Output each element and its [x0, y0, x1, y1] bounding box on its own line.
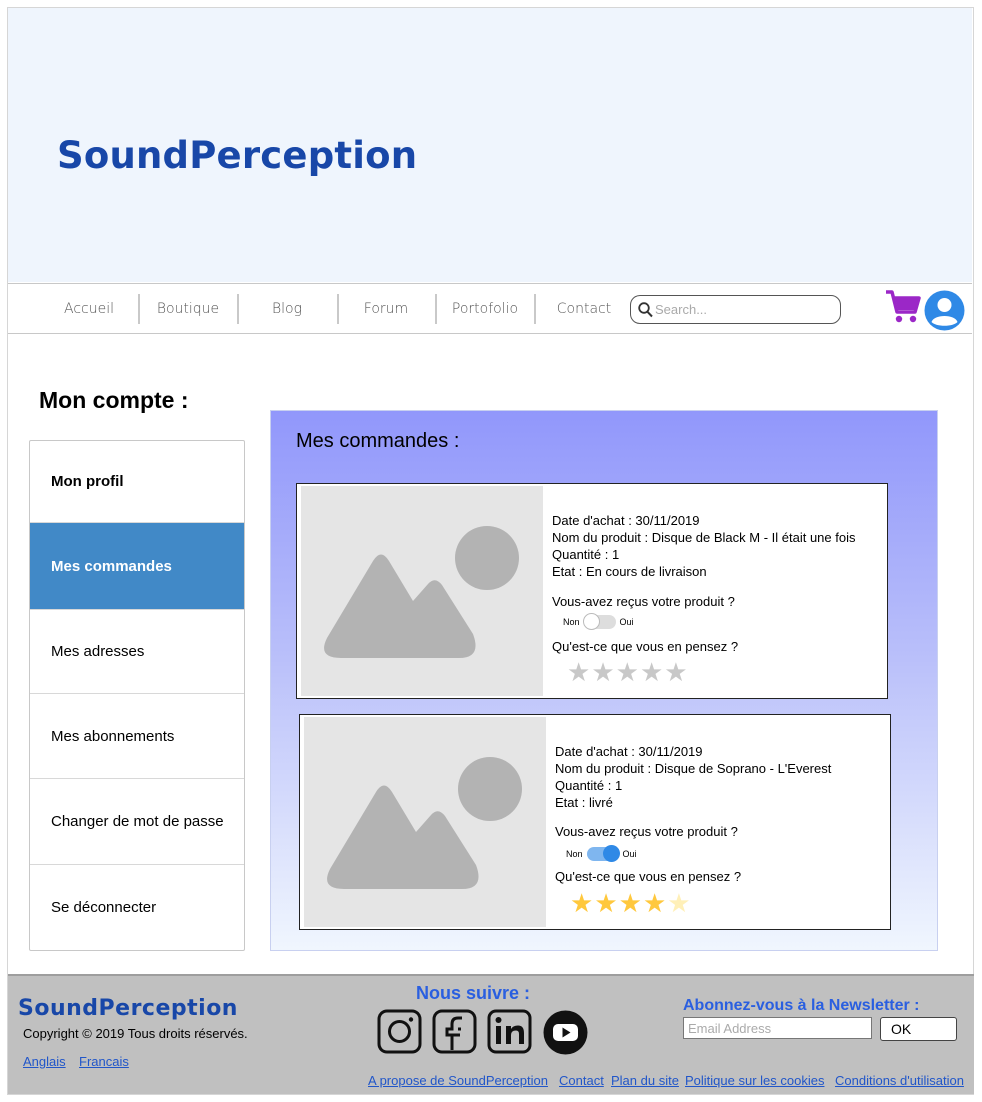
star-icon[interactable]: ★ [616, 659, 639, 685]
orders-title: Mes commandes : [296, 430, 460, 452]
footer-link-cookies[interactable]: Politique sur les cookies [685, 1073, 824, 1088]
received-question: Vous-avez reçus votre produit ? [555, 824, 738, 839]
newsletter-email-input[interactable] [683, 1017, 872, 1039]
order-card: Date d'achat : 30/11/2019 Nom du produit… [299, 714, 891, 930]
star-icon[interactable]: ★ [640, 659, 663, 685]
toggle-knob [602, 845, 620, 862]
search-input[interactable] [655, 299, 835, 320]
toggle-switch[interactable] [586, 845, 620, 862]
nav-separator [534, 294, 536, 324]
youtube-icon[interactable] [543, 1010, 588, 1055]
star-icon[interactable]: ★ [591, 659, 614, 685]
nav-item-forum[interactable]: Forum [345, 294, 427, 324]
site-logo[interactable]: SoundPerception [57, 134, 417, 177]
account-title: Mon compte : [39, 387, 189, 413]
nav-separator [138, 294, 140, 324]
nav-item-contact[interactable]: Contact [543, 294, 625, 324]
footer-link-contact[interactable]: Contact [559, 1073, 604, 1088]
nav-separator [435, 294, 437, 324]
menu-item-mes-abonnements[interactable]: Mes abonnements [30, 694, 244, 779]
product-image-placeholder [304, 717, 546, 927]
nav-item-accueil[interactable]: Accueil [48, 294, 130, 324]
menu-item-mes-adresses[interactable]: Mes adresses [30, 610, 244, 694]
order-details: Date d'achat : 30/11/2019 Nom du produit… [552, 512, 855, 580]
star-icon[interactable]: ★ [664, 659, 687, 685]
order-state: Etat : livré [555, 795, 613, 810]
follow-title: Nous suivre : [416, 983, 531, 1003]
account-menu: Mon profil Mes commandes Mes adresses Me… [29, 440, 245, 951]
received-toggle[interactable]: Non Oui [566, 845, 637, 862]
star-icon[interactable]: ★ [619, 890, 642, 916]
star-icon[interactable]: ★ [643, 890, 666, 916]
received-question: Vous-avez reçus votre produit ? [552, 594, 735, 609]
language-link-francais[interactable]: Francais [79, 1054, 129, 1069]
toggle-knob [582, 613, 600, 630]
received-toggle[interactable]: Non Oui [563, 613, 634, 630]
nav-separator [237, 294, 239, 324]
search-icon [638, 302, 653, 318]
footer-link-terms[interactable]: Conditions d'utilisation [835, 1073, 964, 1088]
nav-item-blog[interactable]: Blog [246, 294, 328, 324]
toggle-on-label: Oui [622, 849, 637, 859]
toggle-switch[interactable] [582, 613, 616, 630]
search-box[interactable] [630, 295, 841, 324]
order-date: Date d'achat : 30/11/2019 [552, 513, 700, 528]
footer-link-sitemap[interactable]: Plan du site [611, 1073, 679, 1088]
order-product: Nom du produit : Disque de Black M - Il … [552, 530, 856, 545]
menu-item-mon-profil[interactable]: Mon profil [30, 441, 244, 523]
language-link-anglais[interactable]: Anglais [23, 1054, 66, 1069]
toggle-off-label: Non [566, 849, 583, 859]
linkedin-icon[interactable] [487, 1009, 532, 1054]
opinion-question: Qu'est-ce que vous en pensez ? [552, 639, 739, 654]
star-icon[interactable]: ★ [594, 890, 617, 916]
order-card: Date d'achat : 30/11/2019 Nom du produit… [296, 483, 888, 699]
order-quantity: Quantité : 1 [555, 778, 623, 793]
footer-link-about[interactable]: A propose de SoundPerception [368, 1073, 548, 1088]
nav-item-portofolio[interactable]: Portofolio [444, 294, 526, 324]
rating-stars[interactable]: ★ ★ ★ ★ ★ [567, 659, 688, 685]
cart-icon[interactable] [884, 289, 922, 325]
order-date: Date d'achat : 30/11/2019 [555, 744, 703, 759]
image-placeholder-icon [324, 526, 519, 658]
star-icon[interactable]: ★ [567, 659, 590, 685]
star-icon[interactable]: ★ [570, 890, 593, 916]
instagram-icon[interactable] [377, 1009, 422, 1054]
menu-item-mes-commandes[interactable]: Mes commandes [30, 523, 244, 610]
newsletter-ok-button[interactable]: OK [880, 1017, 957, 1041]
order-product: Nom du produit : Disque de Soprano - L'E… [555, 761, 832, 776]
menu-item-se-deconnecter[interactable]: Se déconnecter [30, 865, 244, 950]
opinion-question: Qu'est-ce que vous en pensez ? [555, 869, 742, 884]
footer-logo[interactable]: SoundPerception [18, 996, 238, 1021]
user-account-icon[interactable] [924, 290, 965, 331]
main-nav: Accueil Boutique Blog Forum Portofolio C… [8, 283, 972, 334]
menu-item-changer-mot-de-passe[interactable]: Changer de mot de passe [30, 779, 244, 865]
toggle-off-label: Non [563, 617, 580, 627]
toggle-on-label: Oui [619, 617, 634, 627]
order-state: Etat : En cours de livraison [552, 564, 707, 579]
nav-separator [337, 294, 339, 324]
nav-item-boutique[interactable]: Boutique [147, 294, 229, 324]
newsletter-title: Abonnez-vous à la Newsletter : [683, 997, 920, 1014]
copyright: Copyright © 2019 Tous droits réservés. [23, 1026, 248, 1041]
order-details: Date d'achat : 30/11/2019 Nom du produit… [555, 743, 831, 811]
rating-stars[interactable]: ★ ★ ★ ★ ★ [570, 890, 691, 916]
star-icon[interactable]: ★ [667, 890, 690, 916]
product-image-placeholder [301, 486, 543, 696]
order-quantity: Quantité : 1 [552, 547, 620, 562]
image-placeholder-icon [327, 757, 522, 889]
facebook-icon[interactable] [432, 1009, 477, 1054]
